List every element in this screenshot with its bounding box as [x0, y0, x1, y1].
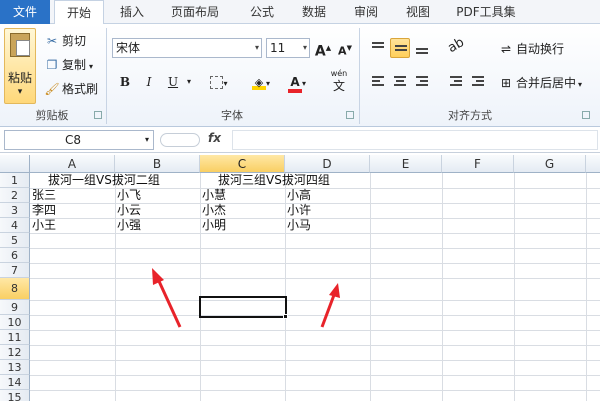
- wrap-text-button[interactable]: ⇌ 自动换行: [498, 40, 564, 58]
- format-painter-button[interactable]: 🖌 格式刷: [44, 80, 98, 98]
- bold-button[interactable]: B: [116, 72, 134, 92]
- decrease-indent-button[interactable]: [446, 72, 466, 92]
- tab-review[interactable]: 审阅: [344, 0, 388, 24]
- ribbon-home: 粘贴 ▾ ✂ 剪切 ❐ 复制 ▾ 🖌 格式刷 剪贴板 宋体 ▾ 11 ▾ A▲ A▼ B I…: [0, 24, 600, 127]
- scissors-icon: ✂: [46, 34, 58, 48]
- chevron-down-icon: ▾: [223, 79, 228, 88]
- align-middle-button[interactable]: [390, 38, 410, 58]
- formula-bar: C8 ▾ fx: [0, 127, 600, 153]
- fill-color-button[interactable]: ◈ ▾: [246, 72, 276, 92]
- font-color-button[interactable]: A ▾: [282, 72, 312, 93]
- red-arrow-left: [152, 268, 182, 328]
- tab-page-layout[interactable]: 页面布局: [160, 0, 230, 24]
- border-grid-icon: [210, 76, 224, 89]
- paint-bucket-icon: ◈: [251, 77, 266, 90]
- italic-button[interactable]: I: [140, 72, 158, 92]
- align-center-button[interactable]: [390, 72, 410, 92]
- tab-file[interactable]: 文件: [0, 0, 50, 24]
- paste-label: 粘贴: [7, 71, 32, 85]
- copy-icon: ❐: [46, 58, 58, 72]
- orientation-icon: ab: [445, 34, 467, 57]
- phonetic-char: 文: [332, 79, 345, 93]
- separator: [106, 28, 107, 124]
- copy-label: 复制: [62, 58, 87, 72]
- merge-center-button[interactable]: ⊞ 合并后居中 ▾: [498, 74, 582, 92]
- shrink-font-button[interactable]: A▼: [336, 38, 354, 58]
- insert-function-button[interactable]: fx: [208, 131, 228, 149]
- red-arrow-right: [320, 283, 340, 328]
- tab-formulas[interactable]: 公式: [240, 0, 284, 24]
- tab-data[interactable]: 数据: [292, 0, 336, 24]
- wrap-text-label: 自动换行: [516, 42, 565, 56]
- chevron-down-icon: ▾: [302, 43, 307, 52]
- increase-indent-button[interactable]: [468, 72, 488, 92]
- formula-input[interactable]: [232, 130, 598, 150]
- align-left-button[interactable]: [368, 72, 388, 92]
- chevron-down-icon[interactable]: ▾: [184, 72, 194, 92]
- font-group-label: 字体: [221, 109, 243, 122]
- alignment-group-label: 对齐方式: [448, 109, 492, 122]
- font-color-icon: A: [287, 75, 302, 93]
- font-name-value: 宋体: [116, 41, 141, 55]
- orientation-button[interactable]: ab: [445, 34, 467, 58]
- font-name-dropdown[interactable]: 宋体 ▾: [112, 38, 262, 58]
- font-size-dropdown[interactable]: 11 ▾: [266, 38, 310, 58]
- align-bottom-button[interactable]: [412, 38, 432, 58]
- shrink-font-icon: A: [338, 44, 347, 58]
- chevron-down-icon: ▾: [578, 80, 583, 89]
- phonetic-button[interactable]: wén 文: [322, 68, 356, 94]
- chevron-down-icon: ▾: [89, 62, 94, 71]
- tab-home[interactable]: 开始: [54, 0, 104, 25]
- grow-font-icon: A: [314, 43, 326, 60]
- spreadsheet-grid[interactable]: A B C D E F G 1 2 3 4 5 6 7 8 9 10 11 12…: [0, 155, 600, 401]
- chevron-down-icon: ▾: [17, 87, 23, 97]
- brush-icon: 🖌: [44, 82, 60, 96]
- merge-icon: ⊞: [500, 76, 512, 90]
- tab-insert[interactable]: 插入: [110, 0, 154, 24]
- clipboard-launcher-icon[interactable]: [94, 111, 102, 119]
- clipboard-icon: [10, 33, 30, 57]
- cut-label: 剪切: [62, 34, 87, 48]
- align-top-button[interactable]: [368, 38, 388, 58]
- grow-font-button[interactable]: A▲: [314, 38, 332, 60]
- chevron-down-icon: ▾: [265, 79, 270, 88]
- clipboard-group-label: 剪贴板: [35, 109, 69, 122]
- separator: [359, 28, 360, 124]
- tab-pdf-tools[interactable]: PDF工具集: [446, 0, 526, 24]
- cut-button[interactable]: ✂ 剪切: [44, 32, 86, 50]
- paste-button[interactable]: 粘贴 ▾: [4, 28, 36, 104]
- font-launcher-icon[interactable]: [346, 111, 354, 119]
- name-box-value: C8: [65, 133, 82, 147]
- borders-button[interactable]: ▾: [204, 72, 234, 92]
- chevron-down-icon: ▾: [144, 135, 149, 144]
- underline-button[interactable]: U: [164, 72, 182, 92]
- alignment-launcher-icon[interactable]: [582, 111, 590, 119]
- chevron-down-icon: ▾: [301, 79, 306, 88]
- font-size-value: 11: [270, 41, 286, 55]
- tab-view[interactable]: 视图: [396, 0, 440, 24]
- name-box[interactable]: C8 ▾: [4, 130, 154, 150]
- formula-bar-handle[interactable]: [160, 133, 200, 147]
- chevron-down-icon: ▾: [254, 43, 259, 52]
- copy-button[interactable]: ❐ 复制 ▾: [44, 56, 93, 74]
- wrap-text-icon: ⇌: [500, 42, 512, 56]
- align-right-button[interactable]: [412, 72, 432, 92]
- annotation-arrows: [152, 268, 340, 328]
- ribbon-tab-bar: 文件 开始 插入 页面布局 公式 数据 审阅 视图 PDF工具集: [0, 0, 600, 25]
- format-painter-label: 格式刷: [62, 82, 99, 96]
- merge-center-label: 合并后居中: [516, 76, 577, 90]
